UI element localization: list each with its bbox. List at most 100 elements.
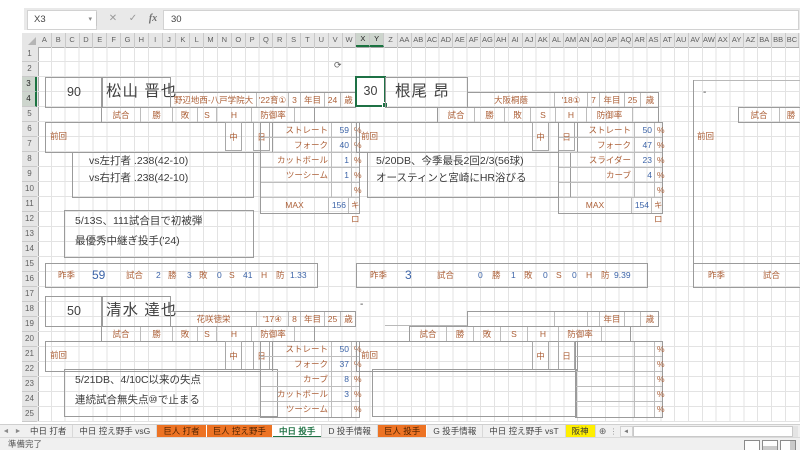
player-number-cell[interactable]: 90	[45, 77, 103, 108]
kmh-label: キロ	[652, 198, 668, 213]
age-number: 25	[325, 312, 341, 326]
pitch-row: ストレート50%	[261, 342, 359, 357]
era-header: 防御率	[252, 108, 295, 122]
pct-sign: %	[352, 372, 368, 386]
max-speed-row: MAX154キロ	[559, 198, 662, 213]
season-losses: 1	[511, 263, 516, 287]
note-line-2: 連続試合無失点⑩で止まる	[65, 389, 277, 409]
pitch-row: フォーク47%	[559, 138, 662, 153]
sheet-tab-bar: ◄ ► 中日 打者中日 控え野手 vsG巨人 打者巨人 控え野手中日 投手D 投…	[0, 424, 800, 438]
prev-label: 前回	[361, 129, 378, 144]
page-layout-view-icon[interactable]	[762, 440, 778, 450]
player-number: -	[360, 299, 363, 310]
note-line-2: 最優秀中継ぎ投手('24)	[65, 230, 253, 250]
team-nichi-cell: 日	[558, 341, 575, 370]
prev-label: 前回	[50, 129, 67, 144]
page-break-view-icon[interactable]	[780, 440, 796, 450]
school: 野辺地西-八戸学院大	[171, 93, 257, 107]
pitch-name: フォーク	[261, 138, 332, 152]
team-chu-cell: 中	[225, 341, 242, 370]
years-number: 7	[588, 93, 600, 107]
pitch-pct-value	[635, 357, 655, 371]
pct-sign: %	[352, 168, 368, 182]
pitch-name: カットボール	[261, 387, 332, 401]
pitch-name: カーブ	[559, 168, 635, 182]
pitch-pct-value: 23	[635, 153, 655, 167]
horizontal-scrollbar[interactable]: ◄	[620, 426, 798, 437]
draft-year: '17④	[257, 312, 289, 326]
player-number-cell[interactable]: 50	[45, 296, 103, 327]
pct-sign: %	[655, 387, 671, 401]
note-line-1: 5/13S、111試合目で初被弾	[65, 211, 253, 230]
games-header: 試合	[102, 108, 141, 122]
pitch-row: フォーク37%	[261, 357, 359, 372]
age-label: 歳	[641, 93, 659, 107]
age-label: 歳	[341, 93, 356, 107]
player-name: 根尾 昂	[395, 79, 450, 105]
pitch-mix-table: ストレート59%フォーク40%カットボール1%ツーシーム1%%MAX156キロ	[260, 122, 360, 214]
selected-cell-value: 30	[357, 78, 384, 105]
prev-label: 前回	[697, 129, 714, 144]
normal-view-icon[interactable]	[744, 440, 760, 450]
player-name: 清水 達也	[106, 298, 177, 324]
scrollbar-left-icon[interactable]: ◄	[620, 426, 633, 437]
recent-note-box: 5/20DB、今季最長2回2/3(56球) オースティンと宮崎にHR浴びる	[367, 152, 571, 198]
max-label: MAX	[559, 198, 632, 213]
pct-sign: %	[655, 402, 671, 417]
era-header: 防御率	[252, 327, 295, 341]
school: 大阪桐蔭	[468, 93, 555, 107]
season-era: 9.39	[614, 263, 631, 287]
empty-header	[633, 108, 663, 122]
pct-sign: %	[655, 372, 671, 386]
era-header: 防御率	[587, 108, 633, 122]
pitch-row: %	[576, 387, 662, 402]
player-number: -	[703, 85, 706, 100]
win-header: 勝	[475, 108, 505, 122]
max-speed-value: 154	[632, 198, 652, 213]
empty-header	[295, 327, 319, 341]
sheet-content: ⟳ 90 松山 晋也 野辺地西-八戸学院大 '22育① 3 年目 24 歳 試合…	[0, 0, 800, 422]
save-header: S	[531, 108, 556, 122]
pitch-name: カーブ	[261, 372, 332, 386]
team-chu-cell: 中	[225, 122, 242, 151]
pitch-pct-value: 47	[635, 138, 655, 152]
pitch-pct-value: 50	[635, 123, 655, 137]
player-info-row: 花咲徳栄 '17④ 8 年目 25 歳	[170, 311, 356, 327]
last-season-label: 昨季	[370, 263, 387, 287]
games-header: 試合	[102, 327, 141, 341]
scrollbar-track[interactable]	[633, 426, 798, 437]
years-number	[588, 312, 600, 326]
season-save-label: S	[556, 263, 562, 287]
win-header: 勝	[141, 327, 173, 341]
scrollbar-thumb[interactable]	[633, 426, 793, 437]
prev-label: 前回	[361, 348, 378, 363]
pitch-name: スライダー	[559, 153, 635, 167]
pitch-name	[261, 183, 332, 197]
pitch-name	[559, 183, 635, 197]
season-save-label: S	[229, 263, 235, 287]
pitch-row: %	[576, 372, 662, 387]
vs-right-note: vs右打者 .238(42-10)	[73, 170, 253, 187]
season-hold-label: H	[586, 263, 592, 287]
pitch-mix-table: ストレート50%フォーク37%カーブ8%カットボール3%ツーシーム%	[260, 341, 360, 418]
stat-header-row: 試合 勝 敗 S H 防御率	[409, 326, 631, 342]
pitch-name: ツーシーム	[261, 402, 332, 417]
recent-note-box: 5/13S、111試合目で初被弾 最優秀中継ぎ投手('24)	[64, 210, 254, 258]
school: 花咲徳栄	[171, 312, 257, 326]
win-header: 勝	[141, 108, 173, 122]
season-wins: 2	[156, 263, 161, 287]
pitch-pct-value: 40	[332, 138, 352, 152]
draft-year: '22育①	[257, 93, 289, 107]
pitch-mix-table: %%%%%	[575, 341, 663, 418]
player-number: 90	[46, 78, 102, 106]
pitch-pct-value: 3	[332, 387, 352, 401]
pct-sign: %	[352, 183, 368, 197]
max-speed-row: MAX156キロ	[261, 198, 359, 213]
note-line-1: 5/20DB、今季最長2回2/3(56球)	[368, 153, 570, 170]
pitch-row: カーブ4%	[559, 168, 662, 183]
pitch-row: ツーシーム1%	[261, 168, 359, 183]
win-header: 勝	[447, 327, 474, 341]
save-header: S	[198, 108, 217, 122]
pitch-name: カットボール	[261, 153, 332, 167]
season-saves: 0	[543, 263, 548, 287]
